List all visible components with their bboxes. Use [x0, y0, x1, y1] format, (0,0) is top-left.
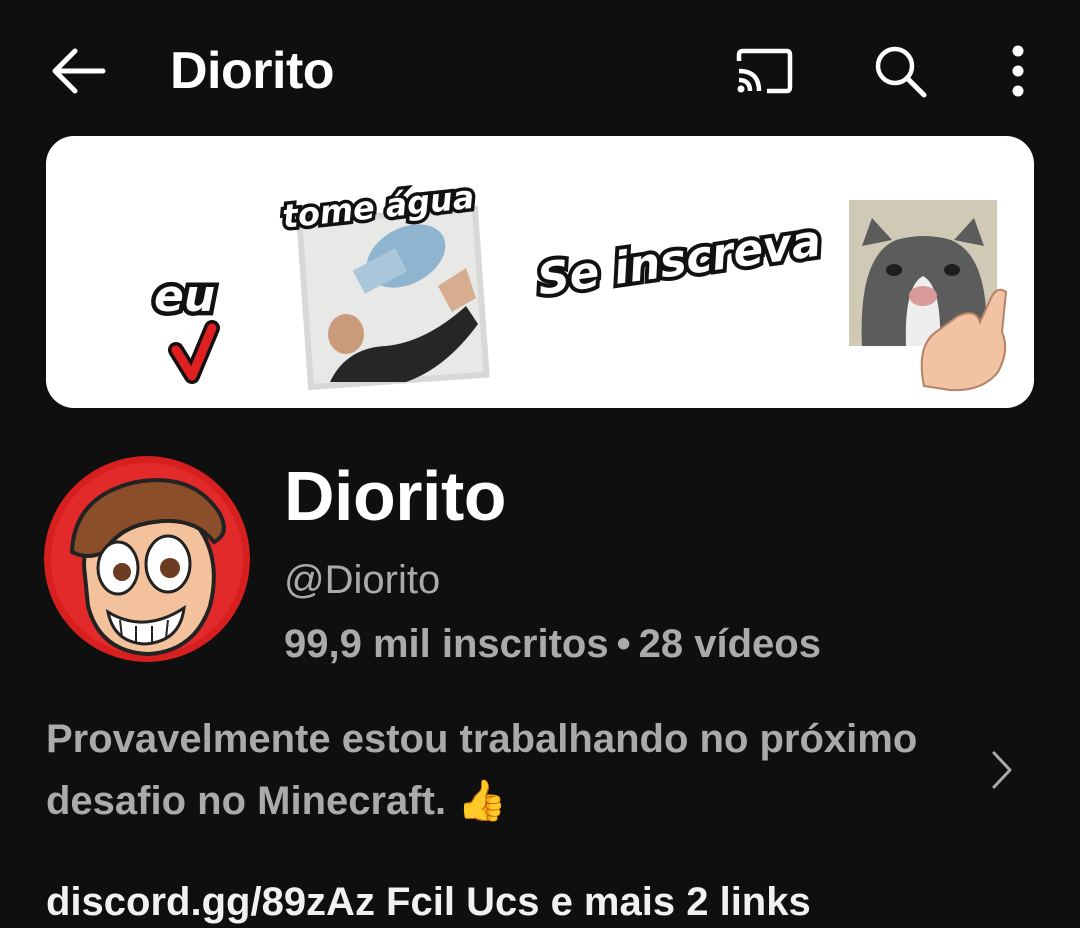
back-button[interactable] — [44, 36, 114, 106]
description-expand-button[interactable] — [982, 742, 1022, 798]
channel-name: Diorito — [284, 457, 507, 535]
drinking-water-photo — [296, 205, 490, 391]
channel-banner: eu tome água Se inscreva — [46, 136, 1034, 408]
channel-links[interactable]: discord.gg/89zAz Fcil Ucs e mais 2 links — [46, 876, 811, 928]
cast-button[interactable] — [727, 36, 799, 106]
search-button[interactable] — [864, 36, 936, 106]
banner-eu-text: eu — [154, 271, 215, 322]
channel-avatar[interactable] — [44, 456, 250, 662]
cat-photo — [849, 200, 1008, 392]
video-count: 28 vídeos — [638, 622, 821, 666]
channel-handle: @Diorito — [284, 558, 441, 602]
banner-se-inscreva-text: Se inscreva — [534, 215, 824, 305]
channel-stats: 99,9 mil inscritos • 28 vídeos — [284, 618, 821, 670]
more-vert-icon — [1012, 45, 1024, 97]
subscriber-count: 99,9 mil inscritos — [284, 622, 609, 666]
cast-icon — [736, 48, 793, 94]
red-check-icon — [168, 320, 220, 384]
more-options-button[interactable] — [982, 36, 1054, 106]
stats-separator: • — [616, 622, 631, 666]
channel-description[interactable]: Provavelmente estou trabalhando no próxi… — [46, 708, 966, 832]
back-arrow-icon — [52, 48, 106, 94]
chevron-right-icon — [992, 751, 1012, 789]
top-app-bar: Diorito — [0, 0, 1080, 140]
page-title: Diorito — [170, 42, 335, 100]
search-icon — [875, 46, 927, 98]
